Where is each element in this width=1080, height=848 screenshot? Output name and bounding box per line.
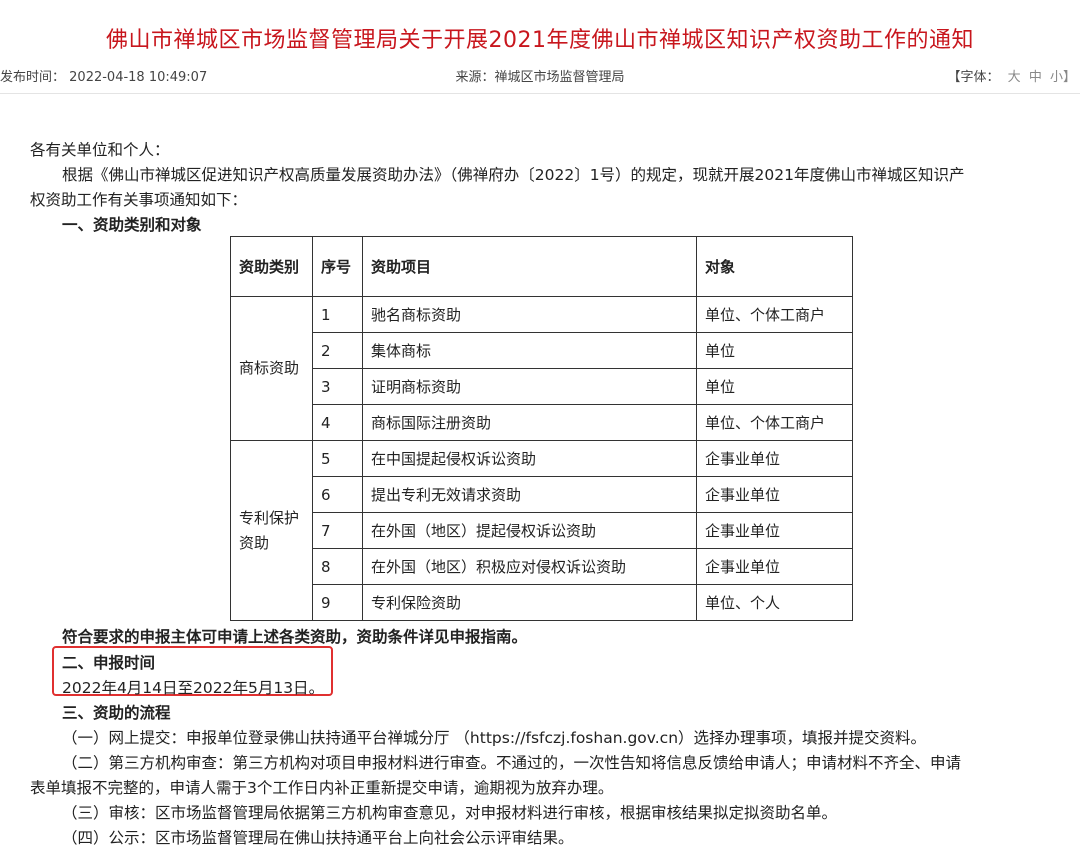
header-target: 对象 <box>696 236 853 297</box>
row-item: 在外国（地区）积极应对侵权诉讼资助 <box>362 548 697 585</box>
font-medium-link[interactable]: 中 <box>1029 70 1042 85</box>
row-target: 单位、个体工商户 <box>696 296 853 333</box>
intro-paragraph-line1: 根据《佛山市禅城区促进知识产权高质量发展资助办法》（佛禅府办〔2022〕1号）的… <box>62 166 965 184</box>
font-small-link[interactable]: 小】 <box>1050 70 1076 85</box>
article-meta-bar: 发布时间： 2022-04-18 10:49:07 来源：禅城区市场监督管理局 … <box>0 63 1080 94</box>
row-target: 单位、个人 <box>696 584 853 621</box>
row-number: 8 <box>312 548 363 585</box>
row-item: 在外国（地区）提起侵权诉讼资助 <box>362 512 697 549</box>
row-number: 5 <box>312 440 363 477</box>
category-patent: 专利保护资助 <box>230 440 313 621</box>
row-item: 证明商标资助 <box>362 368 697 405</box>
intro-paragraph-line2: 权资助工作有关事项通知如下： <box>30 191 248 209</box>
row-number: 2 <box>312 332 363 369</box>
row-number: 9 <box>312 584 363 621</box>
font-size-switcher: 【字体： 大 中 小】 <box>948 63 1076 93</box>
category-trademark: 商标资助 <box>230 296 313 441</box>
row-target: 企事业单位 <box>696 476 853 513</box>
row-number: 3 <box>312 368 363 405</box>
header-number: 序号 <box>312 236 363 297</box>
row-target: 单位 <box>696 368 853 405</box>
row-number: 1 <box>312 296 363 333</box>
table-row: 8 在外国（地区）积极应对侵权诉讼资助 企事业单位 <box>231 548 853 585</box>
row-target: 单位、个体工商户 <box>696 404 853 441</box>
source-info: 来源：禅城区市场监督管理局 <box>455 70 625 85</box>
section2-text: 2022年4月14日至2022年5月13日。 <box>62 679 325 697</box>
table-row: 9 专利保险资助 单位、个人 <box>231 584 853 621</box>
row-item: 在中国提起侵权诉讼资助 <box>362 440 697 477</box>
step3-text: （三）审核：区市场监督管理局依据第三方机构审查意见，对申报材料进行审核，根据审核… <box>62 804 838 822</box>
page-title: 佛山市禅城区市场监督管理局关于开展2021年度佛山市禅城区知识产权资助工作的通知 <box>106 28 974 53</box>
table-row: 7 在外国（地区）提起侵权诉讼资助 企事业单位 <box>231 512 853 549</box>
table-row: 3 证明商标资助 单位 <box>231 368 853 405</box>
header-item: 资助项目 <box>362 236 697 297</box>
section3-heading: 三、资助的流程 <box>62 704 171 722</box>
step1-text: （一）网上提交：申报单位登录佛山扶持通平台禅城分厅 （https://fsfcz… <box>62 729 927 747</box>
row-target: 单位 <box>696 332 853 369</box>
salutation: 各有关单位和个人： <box>30 141 170 159</box>
row-item: 提出专利无效请求资助 <box>362 476 697 513</box>
table-row: 4 商标国际注册资助 单位、个体工商户 <box>231 404 853 441</box>
font-large-link[interactable]: 大 <box>1008 70 1021 85</box>
step2-line1: （二）第三方机构审查：第三方机构对项目申报材料进行审查。不通过的，一次性告知将信… <box>62 754 962 772</box>
table-row: 商标资助 1 驰名商标资助 单位、个体工商户 <box>230 296 853 441</box>
row-number: 4 <box>312 404 363 441</box>
table-row: 6 提出专利无效请求资助 企事业单位 <box>231 476 853 513</box>
row-number: 7 <box>312 512 363 549</box>
row-target: 企事业单位 <box>696 548 853 585</box>
row-item: 集体商标 <box>362 332 697 369</box>
table-row: 2 集体商标 单位 <box>231 332 853 369</box>
row-item: 专利保险资助 <box>362 584 697 621</box>
section1-heading: 一、资助类别和对象 <box>62 216 202 234</box>
grant-table: 资助类别 序号 资助项目 对象 商标资助 1 驰名商标资助 单位、个体工商户 2… <box>230 236 853 621</box>
step4-text: （四）公示：区市场监督管理局在佛山扶持通平台上向社会公示评审结果。 <box>62 829 574 847</box>
row-target: 企事业单位 <box>696 512 853 549</box>
font-size-label: 【字体： <box>947 70 1000 85</box>
header-category: 资助类别 <box>230 236 313 297</box>
row-item: 驰名商标资助 <box>362 296 697 333</box>
table-row: 专利保护资助 5 在中国提起侵权诉讼资助 企事业单位 <box>230 440 853 621</box>
row-number: 6 <box>312 476 363 513</box>
step2-line2: 表单填报不完整的，申请人需于3个工作日内补正重新提交申请，逾期视为放弃办理。 <box>30 779 614 797</box>
table-header-row: 资助类别 序号 资助项目 对象 <box>230 236 853 297</box>
row-target: 企事业单位 <box>696 440 853 477</box>
table-note: 符合要求的申报主体可申请上述各类资助，资助条件详见申报指南。 <box>62 628 528 646</box>
section2-heading: 二、申报时间 <box>62 654 156 672</box>
row-item: 商标国际注册资助 <box>362 404 697 441</box>
